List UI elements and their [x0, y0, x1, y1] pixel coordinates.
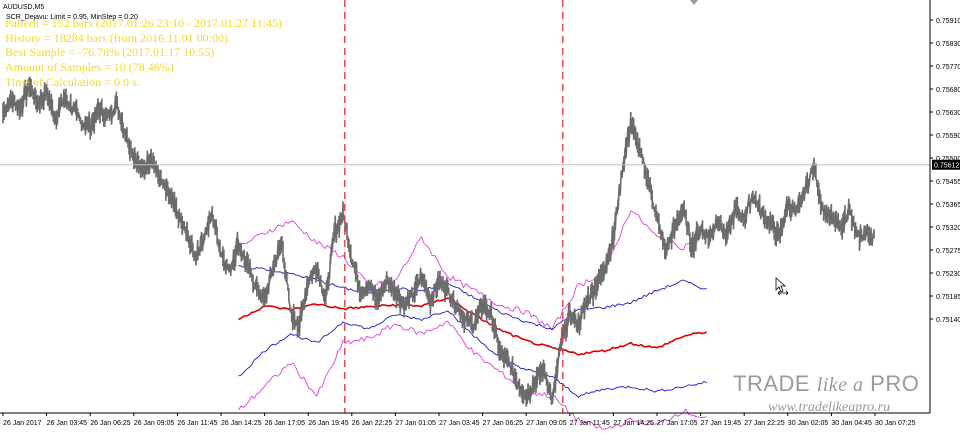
watermark-url: www.tradelikeapro.ru — [768, 400, 891, 415]
y-tick-label: 0.75910 — [936, 18, 960, 25]
y-tick-label: 0.75230 — [936, 271, 960, 278]
current-price-label: 0.75612 — [934, 163, 959, 170]
x-tick-label: 27 Jan 17:05 — [657, 420, 698, 427]
x-tick-label: 27 Jan 19:45 — [701, 420, 742, 427]
y-tick-label: 0.75365 — [936, 202, 960, 209]
x-tick-label: 27 Jan 22:25 — [744, 420, 785, 427]
x-tick-label: 26 Jan 03:45 — [47, 420, 88, 427]
stats-line-history: History = 18284 bars (from 2016.11.01 00… — [5, 30, 228, 45]
stats-line-amount: Amount of Samples = 10 (78.46%) — [5, 60, 174, 75]
y-tick-label: 0.75590 — [936, 133, 960, 140]
y-tick-label: 0.75320 — [936, 225, 960, 232]
y-tick-label: 0.75680 — [936, 87, 960, 94]
stats-line-best-sample: Best Sample = -76.78% (2017.01.17 10:55) — [5, 45, 215, 60]
x-tick-label: 26 Jan 2017 — [3, 420, 42, 427]
x-tick-label: 30 Jan 02:05 — [788, 420, 829, 427]
x-tick-label: 26 Jan 11:45 — [177, 420, 217, 427]
y-tick-label: 0.75455 — [936, 179, 960, 186]
y-tick-label: 0.75630 — [936, 110, 960, 117]
x-tick-label: 27 Jan 06:25 — [483, 420, 524, 427]
x-tick-label: 26 Jan 17:05 — [265, 420, 306, 427]
y-tick-label: 0.75275 — [936, 248, 960, 255]
watermark-brand-c: PRO — [863, 371, 920, 396]
y-tick-label: 0.75185 — [936, 294, 960, 301]
x-tick-label: 27 Jan 14:25 — [613, 420, 654, 427]
x-tick-label: 27 Jan 03:45 — [439, 420, 480, 427]
watermark-brand-a: TRADE — [733, 371, 817, 396]
x-tick-label: 27 Jan 09:05 — [526, 420, 567, 427]
watermark-brand-b: like a — [816, 374, 864, 396]
x-tick-label: 26 Jan 22:25 — [352, 420, 393, 427]
x-tick-label: 26 Jan 19:45 — [308, 420, 349, 427]
stats-line-time: Time of Calculation = 0.0 s. — [5, 74, 140, 89]
x-tick-label: 30 Jan 04:45 — [831, 420, 872, 427]
x-tick-label: 26 Jan 14:25 — [221, 420, 262, 427]
x-tick-label: 26 Jan 09:05 — [134, 420, 175, 427]
x-tick-label: 30 Jan 07:25 — [875, 420, 916, 427]
x-tick-label: 27 Jan 01:05 — [395, 420, 436, 427]
x-tick-label: 26 Jan 06:25 — [90, 420, 131, 427]
y-tick-label: 0.75830 — [936, 41, 960, 48]
symbol-title: AUDUSD,M5 — [3, 4, 45, 11]
stats-line-pattern: Pattern = 152 bars (2017.01.26 23:10 - 2… — [5, 16, 282, 30]
y-tick-label: 0.75770 — [936, 64, 960, 71]
stats-panel: Pattern = 152 bars (2017.01.26 23:10 - 2… — [5, 16, 282, 90]
chart-shift-marker-icon[interactable] — [690, 0, 698, 6]
x-tick-label: 27 Jan 11:45 — [570, 420, 610, 427]
y-tick-label: 0.75140 — [936, 317, 960, 324]
watermark-brand: TRADE like a PRO — [733, 371, 919, 397]
